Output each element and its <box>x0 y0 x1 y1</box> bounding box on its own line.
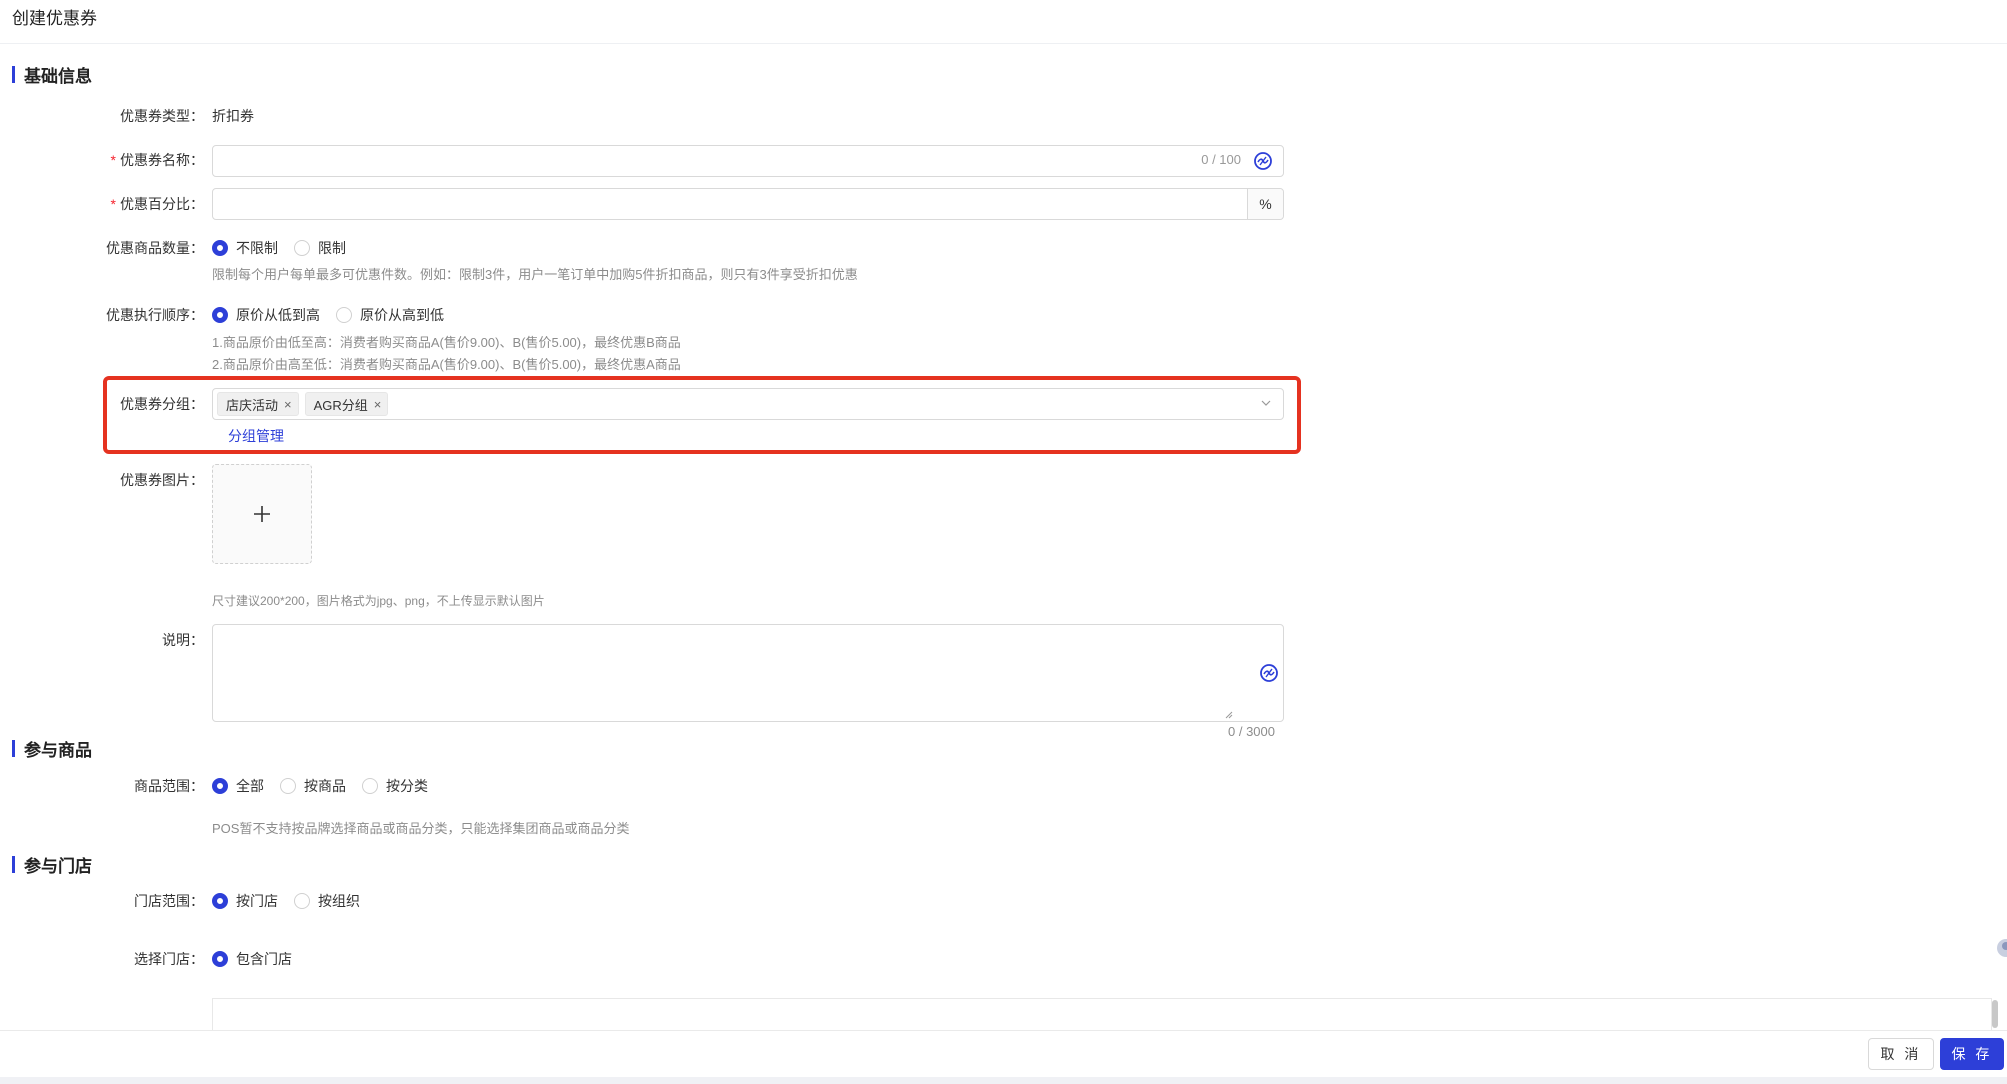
discount-qty-label: 优惠商品数量： <box>106 240 204 256</box>
resize-handle-icon[interactable] <box>1225 711 1233 719</box>
radio-include-store[interactable]: 包含门店 <box>212 949 292 969</box>
radio-dot[interactable] <box>362 778 378 794</box>
plus-icon <box>254 506 270 522</box>
coupon-name-counter: 0 / 100 <box>1201 152 1241 167</box>
ai-assist-icon[interactable] <box>1259 663 1279 683</box>
section-title: 参与商品 <box>24 741 92 760</box>
close-icon[interactable]: × <box>284 397 292 412</box>
coupon-name-input[interactable]: 0 / 100 <box>212 145 1284 177</box>
percent-suffix: % <box>1247 189 1283 219</box>
radio-dot-checked[interactable] <box>212 778 228 794</box>
discount-qty-radio-group: 不限制 限制 <box>212 238 362 258</box>
radio-by-category[interactable]: 按分类 <box>362 776 428 796</box>
section-bar <box>12 856 15 873</box>
coupon-image-label: 优惠券图片： <box>120 472 204 488</box>
discount-order-label: 优惠执行顺序： <box>106 307 204 323</box>
goods-scope-radio-group: 全部 按商品 按分类 <box>212 776 444 796</box>
select-store-radio-group: 包含门店 <box>212 949 308 969</box>
close-icon[interactable]: × <box>374 397 382 412</box>
radio-all[interactable]: 全部 <box>212 776 264 796</box>
radio-high-to-low[interactable]: 原价从高到低 <box>336 305 444 325</box>
description-textarea[interactable] <box>212 624 1284 722</box>
image-upload[interactable] <box>212 464 312 564</box>
radio-unlimited[interactable]: 不限制 <box>212 238 278 258</box>
section-bar <box>12 66 15 83</box>
floating-assistant-icon[interactable] <box>1992 936 2007 960</box>
coupon-group-select[interactable]: 店庆活动 × AGR分组 × <box>212 388 1284 420</box>
coupon-type-label: 优惠券类型： <box>120 108 204 124</box>
radio-dot[interactable] <box>294 893 310 909</box>
coupon-name-label: * 优惠券名称： <box>110 152 204 168</box>
group-tag: AGR分组 × <box>304 392 389 416</box>
ai-assist-icon[interactable] <box>1253 151 1273 171</box>
section-bar <box>12 740 15 757</box>
select-store-label: 选择门店： <box>134 951 204 967</box>
coupon-group-label: 优惠券分组： <box>120 396 204 412</box>
goods-scope-label: 商品范围： <box>134 778 204 794</box>
radio-dot[interactable] <box>294 240 310 256</box>
radio-limited[interactable]: 限制 <box>294 238 346 258</box>
section-basic-info: 基础信息 <box>12 62 92 87</box>
section-goods: 参与商品 <box>12 736 92 761</box>
scrollbar-thumb[interactable] <box>1992 1000 1998 1028</box>
coupon-percent-label: * 优惠百分比： <box>110 196 204 212</box>
group-manage-link[interactable]: 分组管理 <box>228 426 284 446</box>
store-scope-label: 门店范围： <box>134 893 204 909</box>
radio-by-goods[interactable]: 按商品 <box>280 776 346 796</box>
store-scope-radio-group: 按门店 按组织 <box>212 891 376 911</box>
section-title: 基础信息 <box>24 67 92 86</box>
image-hint: 尺寸建议200*200，图片格式为jpg、png，不上传显示默认图片 <box>212 594 545 608</box>
radio-dot-checked[interactable] <box>212 951 228 967</box>
radio-dot[interactable] <box>336 307 352 323</box>
section-stores: 参与门店 <box>12 852 92 877</box>
footer-bar <box>0 1030 2007 1084</box>
coupon-type-value: 折扣券 <box>212 108 254 124</box>
chevron-down-icon[interactable] <box>1261 398 1271 408</box>
radio-dot-checked[interactable] <box>212 240 228 256</box>
page-title: 创建优惠券 <box>12 9 97 28</box>
section-title: 参与门店 <box>24 857 92 876</box>
radio-by-org[interactable]: 按组织 <box>294 891 360 911</box>
description-counter: 0 / 3000 <box>1228 724 1275 739</box>
discount-order-hint-2: 2.商品原价由高至低：消费者购买商品A(售价9.00)、B(售价5.00)，最终… <box>212 357 681 372</box>
description-label: 说明： <box>162 632 204 648</box>
cancel-button[interactable]: 取 消 <box>1868 1038 1934 1070</box>
radio-dot-checked[interactable] <box>212 893 228 909</box>
discount-order-hint-1: 1.商品原价由低至高：消费者购买商品A(售价9.00)、B(售价5.00)，最终… <box>212 335 681 350</box>
group-tag: 店庆活动 × <box>217 392 299 416</box>
radio-low-to-high[interactable]: 原价从低到高 <box>212 305 320 325</box>
coupon-percent-input[interactable]: % <box>212 188 1284 220</box>
radio-dot[interactable] <box>280 778 296 794</box>
radio-dot-checked[interactable] <box>212 307 228 323</box>
radio-by-store[interactable]: 按门店 <box>212 891 278 911</box>
discount-qty-hint: 限制每个用户每单最多可优惠件数。例如：限制3件，用户一笔订单中加购5件折扣商品，… <box>212 267 858 282</box>
goods-scope-hint: POS暂不支持按品牌选择商品或商品分类，只能选择集团商品或商品分类 <box>212 821 630 836</box>
footer-strip <box>0 1077 2007 1084</box>
discount-order-radio-group: 原价从低到高 原价从高到低 <box>212 305 460 325</box>
save-button[interactable]: 保 存 <box>1940 1038 2004 1070</box>
title-divider <box>0 43 2007 44</box>
